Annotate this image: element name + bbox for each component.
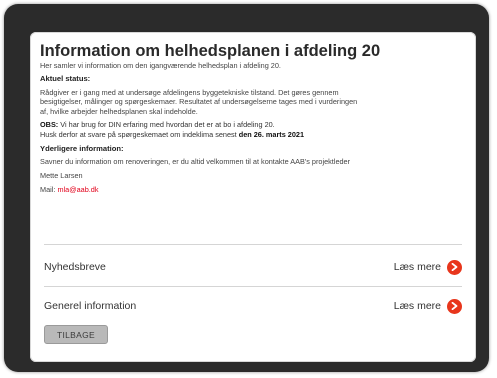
page-subtitle: Her samler vi information om den igangvæ… [40,61,281,70]
info-card: Information om helhedsplanen i afdeling … [30,32,476,362]
divider [44,244,462,245]
link-row-label: Nyhedsbreve [44,261,106,273]
read-more-label: Læs mere [393,300,441,312]
obs-label: OBS: [40,120,59,130]
mail-label: Mail: [40,185,58,195]
link-row-nyhedsbreve[interactable]: Nyhedsbreve Læs mere [44,254,462,280]
more-info-heading: Yderligere information: [40,144,124,154]
obs-paragraph: OBS: Vi har brug for DIN erfaring med hv… [40,120,470,139]
status-paragraph: Rådgiver er i gang med at undersøge afde… [40,88,470,116]
reminder-line: Husk derfor at svare på spørgeskemaet om… [40,130,470,139]
contact-name: Mette Larsen [40,171,83,181]
read-more-label: Læs mere [393,261,441,273]
chevron-right-icon[interactable] [447,298,462,314]
status-line: af, hvilke arbejder helhedsplanen skal i… [40,106,198,116]
read-more[interactable]: Læs mere [393,298,462,314]
obs-line: OBS: Vi har brug for DIN erfaring med hv… [40,120,470,129]
link-row-generel-information[interactable]: Generel information Læs mere [44,293,462,319]
read-more[interactable]: Læs mere [393,259,462,275]
reminder-text: Husk derfor at svare på spørgeskemaet om… [40,129,239,139]
mail-link[interactable]: mla@aab.dk [57,185,98,194]
link-row-label: Generel information [44,300,137,312]
status-line: besigtigelser, målinger og spørgeskemaer… [40,97,358,107]
chevron-right-icon[interactable] [447,259,462,275]
mail-line: Mail: mla@aab.dk [40,185,470,195]
divider [44,286,462,287]
info-content: Information om helhedsplanen i afdeling … [40,42,470,195]
device-frame: Information om helhedsplanen i afdeling … [4,4,489,372]
more-info-text: Savner du information om renoveringen, e… [40,157,351,167]
status-line: Rådgiver er i gang med at undersøge afde… [40,88,339,97]
back-button[interactable]: TILBAGE [44,325,108,344]
obs-text: Vi har brug for DIN erfaring med hvordan… [58,120,275,130]
page-title: Information om helhedsplanen i afdeling … [40,42,381,60]
deadline: den 26. marts 2021 [238,129,305,139]
status-heading: Aktuel status: [40,74,91,83]
